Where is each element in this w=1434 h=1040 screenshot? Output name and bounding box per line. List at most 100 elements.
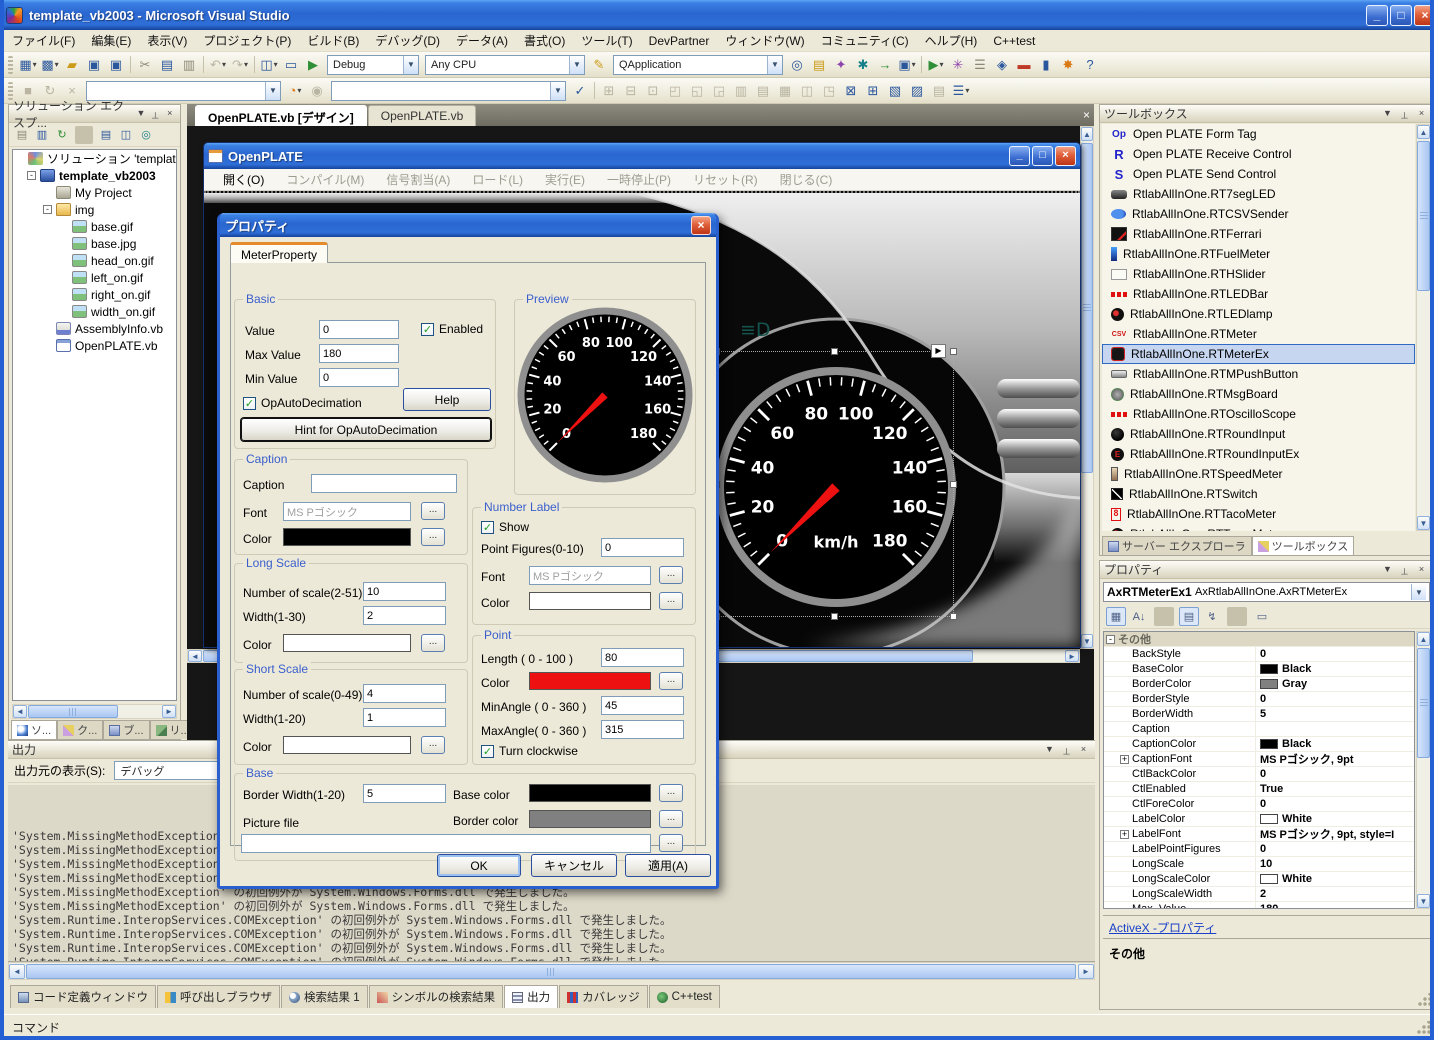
- scrollbar-thumb[interactable]: [1417, 141, 1430, 291]
- profile-combo[interactable]: ▼: [331, 81, 566, 101]
- property-row[interactable]: Max_Value 180: [1104, 902, 1414, 909]
- tree-item[interactable]: right_on.gif: [13, 286, 176, 303]
- resize-handle[interactable]: [831, 348, 838, 355]
- events-icon[interactable]: ↯: [1202, 607, 1222, 626]
- chevron-down-icon[interactable]: ▼: [1411, 584, 1426, 600]
- party-icon[interactable]: ✸: [1058, 55, 1078, 75]
- menu-item[interactable]: 書式(O): [516, 30, 573, 51]
- chevron-down-icon[interactable]: ▼: [767, 56, 782, 74]
- toolbox-item[interactable]: RtlabAllInOne.RTCSVSender: [1102, 204, 1415, 224]
- ok-button[interactable]: OK: [437, 854, 521, 877]
- menu-item[interactable]: 表示(V): [139, 30, 195, 51]
- categorized-icon[interactable]: ▦: [1106, 607, 1126, 626]
- tree-item[interactable]: ソリューション 'template_vb20: [13, 150, 176, 167]
- wand-open-icon[interactable]: ✎: [589, 55, 609, 75]
- align-lefts-icon[interactable]: ⊞: [599, 81, 619, 101]
- find-in-files-icon[interactable]: ◎: [787, 55, 807, 75]
- form-menu-item[interactable]: 一時停止(P): [596, 169, 682, 190]
- chevron-down-icon[interactable]: ▼: [569, 56, 584, 74]
- property-row[interactable]: BackStyle 0: [1104, 647, 1414, 662]
- turn-clockwise-checkbox[interactable]: ✓Turn clockwise: [481, 744, 578, 758]
- sliders-icon[interactable]: ☰: [970, 55, 990, 75]
- toolbox-item[interactable]: CSV RtlabAllInOne.RTMeter: [1102, 324, 1415, 344]
- coverage-icon[interactable]: ▮: [1036, 55, 1056, 75]
- property-pages-icon[interactable]: ▭: [1252, 607, 1272, 626]
- menu-item[interactable]: ビルド(B): [299, 30, 367, 51]
- hint-button[interactable]: Hint for OpAutoDecimation: [241, 418, 491, 441]
- property-expander[interactable]: -: [1106, 635, 1115, 644]
- se-class-diagram-icon[interactable]: ◎: [137, 126, 155, 144]
- minimize-button[interactable]: _: [1009, 146, 1030, 166]
- toolbar-icon[interactable]: [1154, 607, 1174, 626]
- property-expander[interactable]: +: [1120, 755, 1129, 764]
- toolbar-icon[interactable]: [203, 56, 204, 73]
- picture-file-input[interactable]: [241, 834, 651, 853]
- menu-item[interactable]: ウィンドウ(W): [717, 30, 812, 51]
- scrollbar-thumb[interactable]: [28, 705, 118, 718]
- long-scale-color-picker-button[interactable]: ...: [421, 634, 445, 652]
- tree-item[interactable]: head_on.gif: [13, 252, 176, 269]
- scroll-left-icon[interactable]: ◄: [13, 705, 27, 718]
- property-row[interactable]: LabelPointFigures 0: [1104, 842, 1414, 857]
- menu-item[interactable]: 編集(E): [83, 30, 139, 51]
- close-icon[interactable]: ×: [691, 216, 711, 235]
- toolbox-vscrollbar[interactable]: ▲ ▼: [1416, 124, 1431, 531]
- tools-icon[interactable]: ✱: [853, 55, 873, 75]
- tree-item[interactable]: base.jpg: [13, 235, 176, 252]
- tree-expander[interactable]: -: [27, 171, 36, 180]
- property-expander[interactable]: +: [1120, 830, 1129, 839]
- document-close-icon[interactable]: ×: [1083, 108, 1090, 122]
- toolbox-item[interactable]: RtlabAllInOne.RTFuelMeter: [1102, 244, 1415, 264]
- align-tops-icon[interactable]: ◰: [665, 81, 685, 101]
- bottom-tab[interactable]: コード定義ウィンドウ: [10, 985, 156, 1008]
- scroll-up-icon[interactable]: ▲: [1417, 632, 1430, 646]
- tree-item[interactable]: - img: [13, 201, 176, 218]
- bottom-tab[interactable]: 検索結果 1: [281, 985, 368, 1008]
- close-button[interactable]: ×: [1055, 146, 1076, 166]
- same-width-icon[interactable]: ▥: [731, 81, 751, 101]
- chevron-down-icon[interactable]: ▼: [550, 82, 565, 100]
- help-button[interactable]: Help: [403, 388, 491, 411]
- activex-properties-link[interactable]: ActiveX -プロパティ: [1109, 919, 1216, 936]
- bottom-tab[interactable]: カバレッジ: [559, 985, 648, 1008]
- border-width-input[interactable]: [363, 784, 446, 803]
- toolbox-item[interactable]: Op Open PLATE Form Tag: [1102, 124, 1415, 144]
- app-combo[interactable]: QApplication▼: [613, 55, 783, 75]
- object-combo[interactable]: AxRTMeterEx1 AxRtlabAllInOne.AxRTMeterEx…: [1103, 582, 1430, 602]
- form-menu-item[interactable]: 閉じる(C): [769, 169, 844, 190]
- property-row[interactable]: LongScaleColor White: [1104, 872, 1414, 887]
- long-scale-width-input[interactable]: [363, 606, 446, 625]
- paste-icon[interactable]: ▥: [179, 55, 199, 75]
- toolbar-icon[interactable]: [594, 82, 595, 99]
- scroll-right-icon[interactable]: ►: [1078, 964, 1094, 979]
- border-color-picker-button[interactable]: ...: [659, 810, 683, 828]
- tree-item[interactable]: AssemblyInfo.vb: [13, 320, 176, 337]
- se-refresh-icon[interactable]: ↻: [53, 126, 71, 144]
- close-icon[interactable]: ×: [164, 107, 176, 121]
- toolbar-icon[interactable]: [921, 56, 922, 73]
- form-menu-item[interactable]: リセット(R): [682, 169, 769, 190]
- se-properties-icon[interactable]: ▤: [13, 126, 31, 144]
- alphabetical-icon[interactable]: A↓: [1129, 607, 1149, 626]
- toolbox-item[interactable]: RtlabAllInOne.RTSpeedMeter: [1102, 464, 1415, 484]
- scroll-left-icon[interactable]: ◄: [188, 650, 202, 662]
- scroll-down-icon[interactable]: ▼: [1417, 894, 1430, 908]
- bottom-tab[interactable]: 出力: [504, 985, 558, 1008]
- tree-item[interactable]: - template_vb2003: [13, 167, 176, 184]
- property-row[interactable]: CtlBackColor 0: [1104, 767, 1414, 782]
- menu-item[interactable]: プロジェクト(P): [195, 30, 299, 51]
- panel-tab[interactable]: ク...: [57, 720, 103, 739]
- toolbox-item[interactable]: RtlabAllInOne.RTMPushButton: [1102, 364, 1415, 384]
- dialog-title-bar[interactable]: プロパティ ×: [220, 213, 716, 237]
- toolbox-item[interactable]: RtlabAllInOne.RTTempMeter: [1102, 524, 1415, 531]
- property-row[interactable]: BorderStyle 0: [1104, 692, 1414, 707]
- point-color-picker-button[interactable]: ...: [659, 672, 683, 690]
- menu-item[interactable]: ヘルプ(H): [917, 30, 986, 51]
- center-horizontal-icon[interactable]: ⊠: [841, 81, 861, 101]
- property-row[interactable]: LongScaleWidth 2: [1104, 887, 1414, 902]
- max-angle-input[interactable]: [601, 720, 684, 739]
- scroll-right-icon[interactable]: ►: [1065, 650, 1079, 662]
- same-size-icon[interactable]: ▦: [775, 81, 795, 101]
- tree-item[interactable]: left_on.gif: [13, 269, 176, 286]
- bottom-tab[interactable]: C++test: [649, 985, 720, 1008]
